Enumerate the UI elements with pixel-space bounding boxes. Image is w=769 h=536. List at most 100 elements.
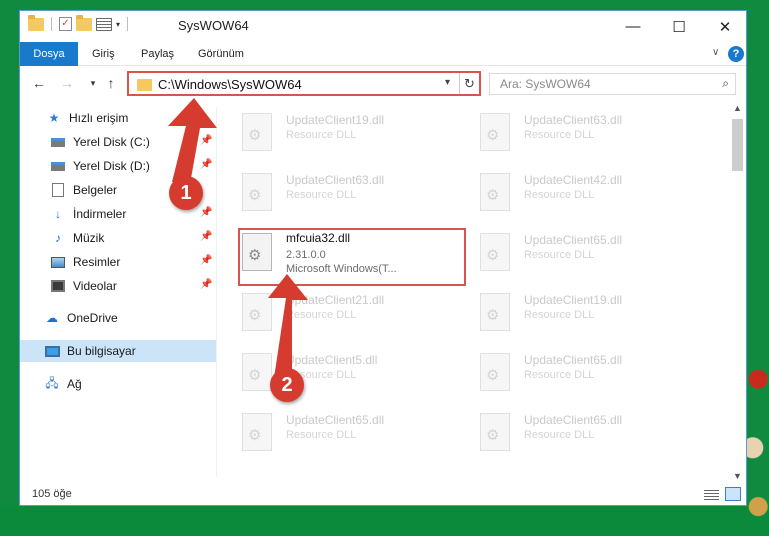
- new-folder-icon[interactable]: [76, 14, 92, 31]
- file-name: UpdateClient63.dll: [286, 173, 385, 187]
- minimize-button[interactable]: —: [610, 11, 656, 42]
- refresh-icon[interactable]: ↻: [459, 73, 479, 94]
- address-bar[interactable]: C:\Windows\SysWOW64 ▾ ↻: [127, 71, 481, 96]
- forward-arrow-icon[interactable]: →: [56, 72, 78, 94]
- documents-icon: [50, 183, 66, 197]
- pin-icon[interactable]: 📌: [200, 207, 212, 218]
- pin-icon[interactable]: 📌: [200, 135, 212, 146]
- ribbon-tabs: Dosya Giriş Paylaş Görünüm ∨ ?: [20, 42, 746, 66]
- sidebar-item-music[interactable]: ♪ Müzik 📌: [20, 227, 216, 249]
- item-count: 105 öğe: [32, 488, 72, 500]
- file-item[interactable]: UpdateClient42.dll Resource DLL: [470, 167, 700, 217]
- sidebar-item-label: Müzik: [73, 231, 105, 245]
- file-description: Resource DLL: [286, 429, 357, 441]
- quick-access-toolbar: ✓ ▾: [28, 14, 131, 31]
- details-view-icon[interactable]: [704, 488, 719, 500]
- back-arrow-icon[interactable]: ←: [28, 72, 50, 94]
- scroll-up-icon[interactable]: ▲: [733, 103, 742, 113]
- sidebar-item-this-pc[interactable]: Bu bilgisayar: [20, 340, 216, 362]
- dll-file-icon: [480, 293, 510, 331]
- address-path[interactable]: C:\Windows\SysWOW64: [158, 77, 302, 92]
- chevron-down-icon[interactable]: ▾: [116, 20, 120, 29]
- sidebar-item-onedrive[interactable]: ☁ OneDrive: [20, 307, 216, 329]
- file-item[interactable]: UpdateClient65.dll Resource DLL: [470, 347, 700, 397]
- navigation-pane: ★ Hızlı erişim Yerel Disk (C:) 📌 Yerel D…: [20, 107, 216, 477]
- maximize-button[interactable]: ☐: [656, 11, 702, 42]
- file-item[interactable]: UpdateClient65.dll Resource DLL: [470, 227, 700, 277]
- sidebar-item-label: Belgeler: [73, 183, 118, 197]
- dll-file-icon: [242, 113, 272, 151]
- navigation-bar: ← → ▾ ↑ C:\Windows\SysWOW64 ▾ ↻ Ara: Sys…: [20, 69, 746, 99]
- desktop-background: [0, 505, 769, 536]
- dll-file-icon: [480, 113, 510, 151]
- file-item[interactable]: UpdateClient65.dll Resource DLL: [470, 407, 700, 457]
- pictures-icon: [50, 255, 66, 269]
- sidebar-item-label: Yerel Disk (D:): [73, 159, 150, 173]
- file-item[interactable]: UpdateClient19.dll Resource DLL: [470, 287, 700, 337]
- tab-home[interactable]: Giriş: [80, 42, 127, 66]
- pin-icon[interactable]: 📌: [200, 231, 212, 242]
- sidebar-item-label: Bu bilgisayar: [67, 344, 136, 358]
- tab-view[interactable]: Görünüm: [186, 42, 256, 66]
- pin-icon[interactable]: 📌: [200, 279, 212, 290]
- search-box[interactable]: Ara: SysWOW64 ⌕: [489, 73, 736, 95]
- file-list: UpdateClient19.dll Resource DLL UpdateCl…: [232, 107, 727, 477]
- close-button[interactable]: ✕: [702, 11, 748, 42]
- file-item[interactable]: UpdateClient21.dll Resource DLL: [232, 287, 462, 337]
- file-name: UpdateClient65.dll: [286, 413, 385, 427]
- file-description: Resource DLL: [524, 309, 595, 321]
- sidebar-item-quick-access[interactable]: ★ Hızlı erişim: [20, 107, 216, 129]
- file-item[interactable]: UpdateClient5.dll Resource DLL: [232, 347, 462, 397]
- file-description: Resource DLL: [524, 249, 595, 261]
- search-icon[interactable]: ⌕: [722, 76, 729, 91]
- customize-toolbar-icon[interactable]: [96, 17, 112, 31]
- status-bar: 105 öğe: [20, 483, 746, 507]
- dll-file-icon: [242, 413, 272, 451]
- dll-file-icon: [480, 173, 510, 211]
- pane-divider[interactable]: [216, 107, 217, 477]
- file-item[interactable]: UpdateClient63.dll Resource DLL: [232, 167, 462, 217]
- file-name: UpdateClient65.dll: [524, 233, 623, 247]
- expand-ribbon-icon[interactable]: ∨: [712, 47, 719, 58]
- sidebar-item-local-disk-d[interactable]: Yerel Disk (D:) 📌: [20, 155, 216, 177]
- file-item[interactable]: UpdateClient65.dll Resource DLL: [232, 407, 462, 457]
- sidebar-item-network[interactable]: 🖧 Ağ: [20, 373, 216, 395]
- vertical-scrollbar[interactable]: ▲ ▼: [728, 101, 746, 483]
- dll-file-icon: [480, 233, 510, 271]
- scrollbar-thumb[interactable]: [732, 119, 743, 171]
- step-two-badge: 2: [270, 368, 304, 402]
- folder-icon: [137, 79, 152, 91]
- tab-share[interactable]: Paylaş: [129, 42, 186, 66]
- sidebar-item-pictures[interactable]: Resimler 📌: [20, 251, 216, 273]
- pin-icon[interactable]: 📌: [200, 159, 212, 170]
- file-item[interactable]: UpdateClient19.dll Resource DLL: [232, 107, 462, 157]
- up-arrow-icon[interactable]: ↑: [100, 72, 122, 94]
- file-description: Resource DLL: [286, 309, 357, 321]
- sidebar-item-local-disk-c[interactable]: Yerel Disk (C:) 📌: [20, 131, 216, 153]
- drive-icon: [50, 135, 66, 149]
- file-description: Resource DLL: [286, 189, 357, 201]
- toolbar-divider: [51, 17, 52, 31]
- properties-check-icon[interactable]: ✓: [59, 17, 72, 31]
- address-dropdown-icon[interactable]: ▾: [445, 77, 450, 88]
- file-description: Resource DLL: [286, 129, 357, 141]
- sidebar-item-videos[interactable]: Videolar 📌: [20, 275, 216, 297]
- help-icon[interactable]: ?: [728, 46, 744, 62]
- sidebar-item-label: Resimler: [73, 255, 121, 269]
- sidebar-item-label: Hızlı erişim: [69, 111, 129, 125]
- file-description: Resource DLL: [524, 129, 595, 141]
- scroll-down-icon[interactable]: ▼: [733, 471, 742, 481]
- window-title: SysWOW64: [178, 18, 249, 33]
- pin-icon[interactable]: 📌: [200, 255, 212, 266]
- folder-icon: [28, 14, 44, 31]
- title-bar: ✓ ▾ SysWOW64 — ☐ ✕: [20, 11, 746, 42]
- file-item[interactable]: UpdateClient63.dll Resource DLL: [470, 107, 700, 157]
- toolbar-divider: [127, 17, 129, 31]
- network-icon: 🖧: [45, 375, 59, 390]
- file-name: UpdateClient19.dll: [286, 113, 385, 127]
- tab-file[interactable]: Dosya: [20, 42, 78, 66]
- file-name: UpdateClient19.dll: [524, 293, 623, 307]
- tiles-view-icon[interactable]: [725, 487, 741, 501]
- search-placeholder[interactable]: Ara: SysWOW64: [500, 77, 591, 91]
- file-name: UpdateClient65.dll: [524, 413, 623, 427]
